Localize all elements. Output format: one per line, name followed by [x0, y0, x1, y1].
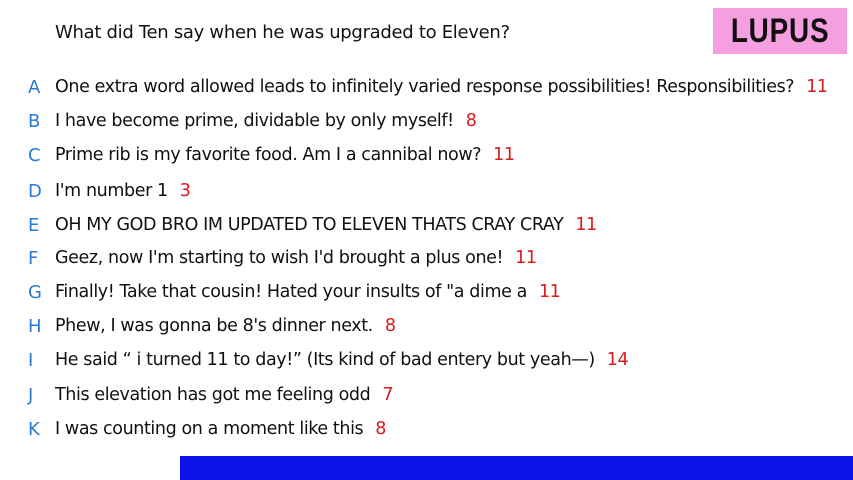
- answer-text: I have become prime, dividable by only m…: [55, 111, 454, 131]
- lupus-badge: LUPUS: [713, 8, 847, 54]
- answer-count: 11: [806, 77, 828, 97]
- question-heading: What did Ten say when he was upgraded to…: [55, 22, 510, 43]
- badge-label: LUPUS: [730, 11, 830, 50]
- answer-letter: H: [28, 315, 42, 337]
- answer-letter: E: [28, 214, 40, 236]
- answer-letter: A: [28, 76, 41, 98]
- answer-letter: B: [28, 110, 41, 132]
- answer-text: Geez, now I'm starting to wish I'd broug…: [55, 248, 504, 268]
- answer-text: Finally! Take that cousin! Hated your in…: [55, 282, 527, 302]
- answer-letter: J: [28, 384, 34, 406]
- answer-count: 7: [382, 385, 394, 405]
- answer-count: 11: [515, 248, 537, 268]
- answer-text: Phew, I was gonna be 8's dinner next.: [55, 316, 373, 336]
- answer-letter: I: [28, 349, 34, 371]
- answer-letter: D: [28, 180, 42, 202]
- answer-count: 3: [179, 181, 191, 201]
- answer-letter: F: [28, 247, 39, 269]
- answer-text: OH MY GOD BRO IM UPDATED TO ELEVEN THATS…: [55, 215, 564, 235]
- answer-text: I'm number 1: [55, 181, 168, 201]
- answer-text: He said “ i turned 11 to day!” (Its kind…: [55, 350, 595, 370]
- answer-count: 8: [465, 111, 477, 131]
- answer-letter: C: [28, 144, 41, 166]
- bottom-color-bar: [180, 456, 853, 480]
- answer-letter: G: [28, 281, 42, 303]
- answer-text: Prime rib is my favorite food. Am I a ca…: [55, 145, 482, 165]
- answer-text: This elevation has got me feeling odd: [55, 385, 371, 405]
- answer-letter: K: [28, 418, 40, 440]
- answer-count: 8: [384, 316, 396, 336]
- answer-count: 11: [493, 145, 515, 165]
- answer-text: One extra word allowed leads to infinite…: [55, 77, 795, 97]
- answer-text: I was counting on a moment like this: [55, 419, 364, 439]
- answer-count: 14: [606, 350, 629, 370]
- answer-count: 11: [575, 215, 597, 235]
- answer-count: 8: [375, 419, 386, 439]
- answer-count: 11: [538, 282, 561, 302]
